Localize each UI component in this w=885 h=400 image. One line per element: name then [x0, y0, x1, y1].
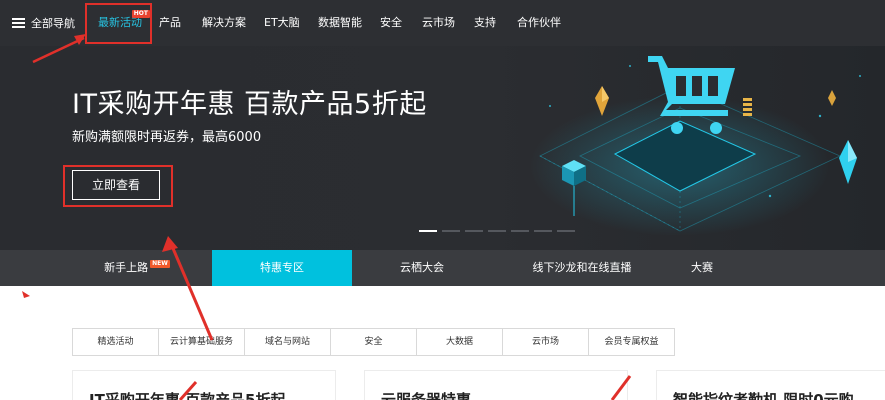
category-salon-live[interactable]: 线下沙龙和在线直播 [492, 250, 672, 286]
category-label: 特惠专区 [260, 261, 304, 274]
nav-item-label: 安全 [380, 16, 402, 29]
category-label: 云栖大会 [400, 261, 444, 274]
category-newbie[interactable]: 新手上路 NEW [62, 250, 212, 286]
all-nav-label: 全部导航 [31, 17, 75, 30]
tab-cloud-computing[interactable]: 云计算基础服务 [159, 329, 245, 355]
nav-item-label: 支持 [474, 16, 496, 29]
promo-card[interactable]: 云服务器特惠 [364, 370, 628, 400]
category-label: 新手上路 [104, 261, 149, 274]
nav-item-label: 数据智能 [318, 16, 362, 29]
all-nav-button[interactable]: 全部导航 [0, 0, 84, 46]
tab-marketplace[interactable]: 云市场 [503, 329, 589, 355]
category-label: 线下沙龙和在线直播 [532, 261, 632, 274]
nav-item-marketplace[interactable]: 云市场 [422, 0, 455, 46]
category-competition[interactable]: 大赛 [672, 250, 732, 286]
category-yunqi-conference[interactable]: 云栖大会 [352, 250, 492, 286]
carousel-dot[interactable] [488, 230, 506, 232]
nav-item-products[interactable]: 产品 [159, 0, 181, 46]
promo-card-title: 云服务器特惠 [381, 391, 472, 400]
shopping-cart-illustration [530, 56, 861, 236]
tab-member-benefits[interactable]: 会员专属权益 [589, 329, 675, 355]
annotation-box [63, 165, 173, 207]
promo-card-title: 智能指纹考勤机 限时0元购 [673, 391, 854, 400]
promo-card-title: IT采购开年惠 百款产品5折起 [89, 391, 286, 400]
nav-item-data-intelligence[interactable]: 数据智能 [318, 0, 362, 46]
nav-item-label: ET大脑 [264, 16, 300, 29]
nav-item-solutions[interactable]: 解决方案 [202, 0, 246, 46]
carousel-dot[interactable] [442, 230, 460, 232]
category-label: 大赛 [691, 261, 713, 274]
nav-item-security[interactable]: 安全 [380, 0, 402, 46]
hamburger-icon [12, 18, 25, 28]
tab-security[interactable]: 安全 [331, 329, 417, 355]
category-special-offers[interactable]: 特惠专区 [212, 250, 352, 286]
tab-domains-websites[interactable]: 域名与网站 [245, 329, 331, 355]
activity-tabs: 精选活动 云计算基础服务 域名与网站 安全 大数据 云市场 会员专属权益 [72, 328, 675, 356]
tab-featured[interactable]: 精选活动 [73, 329, 159, 355]
carousel-dot[interactable] [419, 230, 437, 232]
nav-item-et-brain[interactable]: ET大脑 [264, 0, 300, 46]
tab-big-data[interactable]: 大数据 [417, 329, 503, 355]
annotation-box [85, 3, 152, 44]
new-badge: NEW [150, 260, 170, 268]
category-bar: 新手上路 NEW 特惠专区 云栖大会 线下沙龙和在线直播 大赛 [0, 250, 885, 286]
hero-subtitle: 新购满额限时再返券，最高6000 [72, 130, 262, 145]
nav-item-support[interactable]: 支持 [474, 0, 496, 46]
nav-item-partners[interactable]: 合作伙伴 [517, 0, 561, 46]
carousel-dot[interactable] [465, 230, 483, 232]
nav-item-label: 合作伙伴 [517, 16, 561, 29]
hero-title: IT采购开年惠 百款产品5折起 [72, 89, 427, 120]
page: 全部导航 最新活动 HOT 产品 解决方案 ET大脑 数据智能 安全 云市场 支… [0, 0, 885, 400]
promo-card[interactable]: IT采购开年惠 百款产品5折起 [72, 370, 336, 400]
nav-item-label: 云市场 [422, 16, 455, 29]
promo-card[interactable]: 智能指纹考勤机 限时0元购 [656, 370, 885, 400]
nav-item-label: 产品 [159, 16, 181, 29]
hero-banner[interactable]: IT采购开年惠 百款产品5折起 新购满额限时再返券，最高6000 立即查看 [0, 46, 885, 250]
nav-item-label: 解决方案 [202, 16, 246, 29]
